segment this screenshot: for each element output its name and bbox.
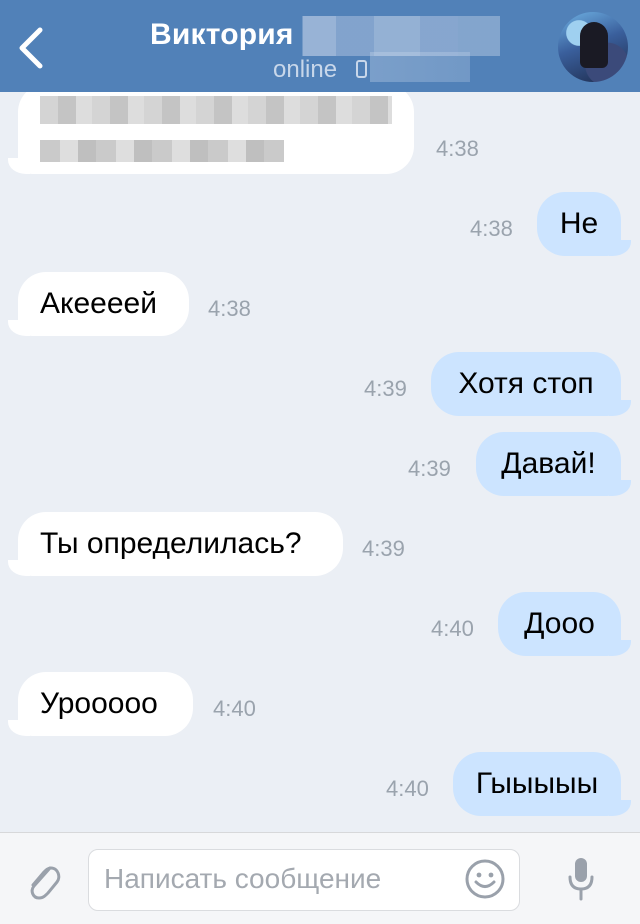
message-bubble[interactable]: Урооооо <box>18 672 193 736</box>
avatar[interactable] <box>558 12 628 82</box>
message-bubble[interactable]: Хотя стоп <box>431 352 621 416</box>
bubble-tail <box>8 720 30 736</box>
smile-icon[interactable] <box>464 858 506 900</box>
redacted-surname <box>290 16 500 56</box>
redacted-text <box>40 140 284 162</box>
message-time: 4:40 <box>431 616 474 641</box>
message-time: 4:40 <box>213 696 256 721</box>
microphone-icon[interactable] <box>566 855 596 903</box>
message-time: 4:39 <box>364 376 407 401</box>
message-bubble[interactable]: Ты определилась? <box>18 512 343 576</box>
chat-header: Виктория online <box>0 0 640 92</box>
bubble-tail <box>609 240 631 256</box>
bubble-tail <box>609 800 631 816</box>
message-bubble[interactable]: Гыыыыы <box>453 752 621 816</box>
bubble-tail <box>609 400 631 416</box>
mobile-icon <box>356 60 367 78</box>
redacted-text <box>40 96 392 124</box>
chevron-left-icon[interactable] <box>14 24 48 72</box>
bubble-tail <box>609 480 631 496</box>
message-bubble[interactable]: Акеееей <box>18 272 189 336</box>
message-bubble[interactable]: Дооо <box>498 592 621 656</box>
bubble-tail <box>8 158 30 174</box>
message-time: 4:38 <box>436 136 479 161</box>
message-time: 4:39 <box>362 536 405 561</box>
message-time: 4:40 <box>386 776 429 801</box>
redacted-status <box>370 52 470 82</box>
bubble-tail <box>609 640 631 656</box>
paperclip-icon[interactable] <box>24 858 62 904</box>
message-input-placeholder: Написать сообщение <box>104 863 382 894</box>
message-time: 4:38 <box>208 296 251 321</box>
bubble-tail <box>8 320 30 336</box>
bubble-tail <box>8 560 30 576</box>
message-time: 4:39 <box>408 456 451 481</box>
message-time: 4:38 <box>470 216 513 241</box>
online-status: online <box>273 56 338 83</box>
contact-name[interactable]: Виктория <box>150 18 294 52</box>
message-bubble[interactable]: Давай! <box>476 432 621 496</box>
